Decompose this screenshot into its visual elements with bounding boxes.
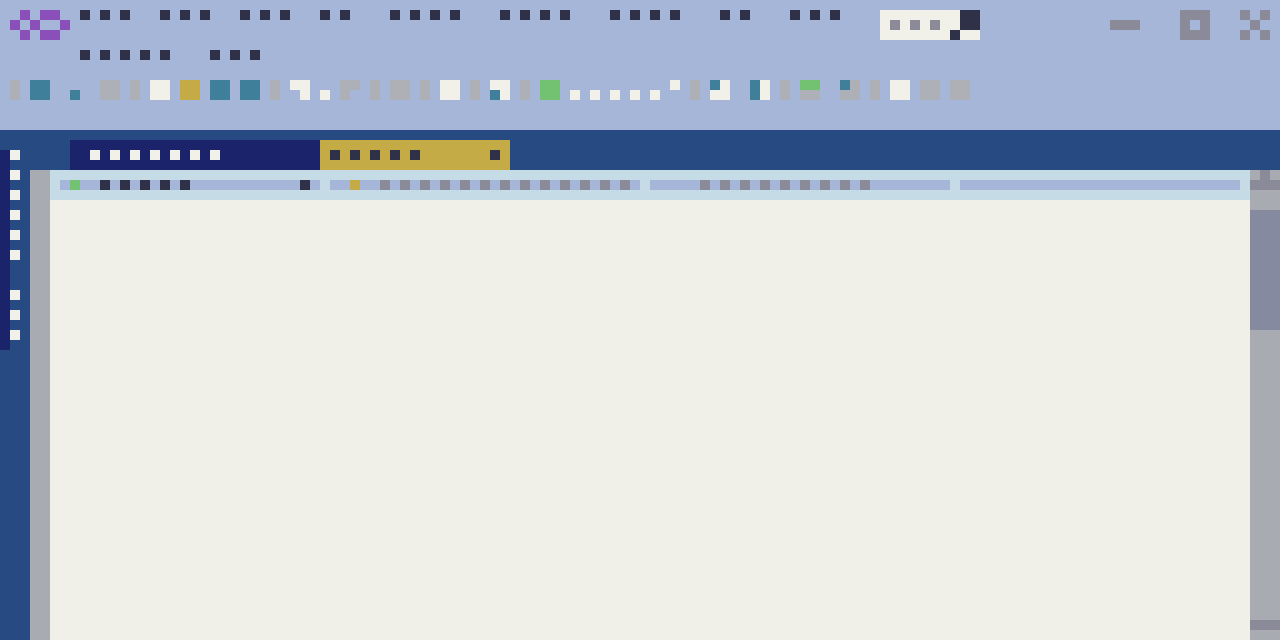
toolbar-separator: [870, 80, 880, 100]
side-panel-strip: [0, 150, 10, 350]
toolbar-button-icon[interactable]: [100, 80, 120, 100]
toolbar-button-icon[interactable]: [890, 80, 910, 100]
toolbar-button-icon[interactable]: [440, 80, 460, 100]
side-panel-icon[interactable]: [10, 250, 20, 260]
scroll-down-icon[interactable]: [1250, 620, 1280, 630]
toolbar-separator: [420, 80, 430, 100]
toolbar-button-icon[interactable]: [240, 80, 260, 100]
toolbar-button-icon[interactable]: [540, 80, 560, 100]
toolbar-separator: [270, 80, 280, 100]
toolbar-button-icon[interactable]: [390, 80, 410, 100]
side-panel-icon[interactable]: [10, 190, 20, 200]
dropdown-icon[interactable]: [300, 180, 310, 190]
side-panel-icon[interactable]: [10, 330, 20, 340]
toolbar-button-icon[interactable]: [320, 90, 330, 100]
scroll-thumb[interactable]: [1250, 210, 1280, 330]
toolbar-button-icon[interactable]: [180, 80, 200, 100]
side-panel-icon[interactable]: [10, 310, 20, 320]
title-and-toolbar-area: [0, 0, 1280, 130]
status-icon: [350, 180, 360, 190]
toolbar-separator: [780, 80, 790, 100]
side-panel-icon[interactable]: [10, 170, 20, 180]
toolbar-separator: [520, 80, 530, 100]
side-panel-icon[interactable]: [10, 210, 20, 220]
toolbar-button-icon[interactable]: [950, 80, 970, 100]
toolbar-button-icon[interactable]: [210, 80, 230, 100]
document-gutter: [30, 170, 50, 640]
toolbar-separator: [10, 80, 20, 100]
toolbar-button-icon[interactable]: [920, 80, 940, 100]
tab-close-icon[interactable]: [490, 150, 500, 160]
header-field[interactable]: [960, 180, 1240, 190]
document-body[interactable]: [50, 200, 1250, 640]
scroll-up-icon[interactable]: [1250, 180, 1280, 190]
toolbar-separator: [370, 80, 380, 100]
header-field[interactable]: [60, 180, 320, 190]
side-panel-icon[interactable]: [10, 230, 20, 240]
toolbar-button-icon[interactable]: [30, 80, 50, 100]
toolbar-button-icon[interactable]: [150, 80, 170, 100]
status-icon: [70, 180, 80, 190]
toolbar-button-icon[interactable]: [70, 90, 80, 100]
side-panel-icon[interactable]: [10, 150, 20, 160]
side-panel-icon[interactable]: [10, 290, 20, 300]
toolbar-separator: [690, 80, 700, 100]
toolbar-separator: [470, 80, 480, 100]
toolbar-separator: [130, 80, 140, 100]
